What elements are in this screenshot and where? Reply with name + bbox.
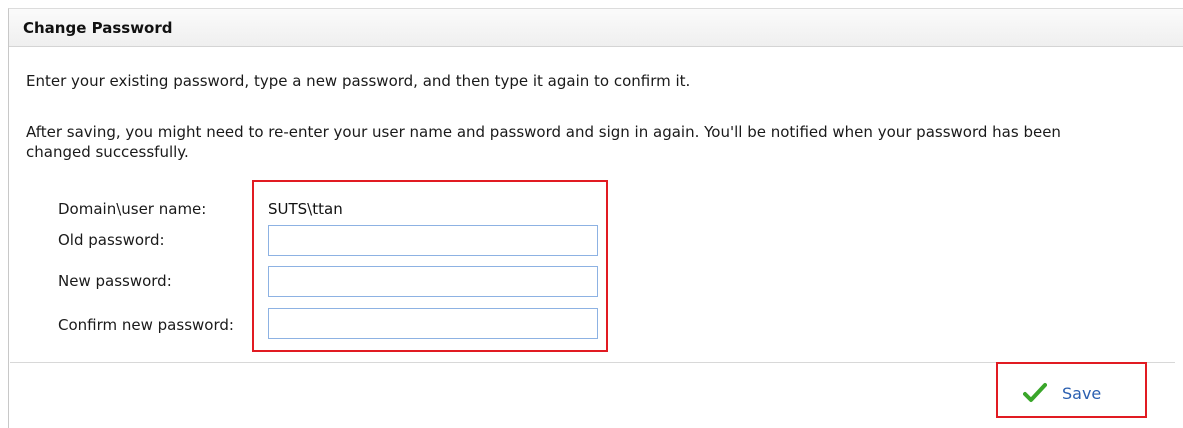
- sign-in-note: After saving, you might need to re-enter…: [26, 123, 1061, 161]
- old-password-field[interactable]: [268, 225, 598, 256]
- intro-text: Enter your existing password, type a new…: [26, 72, 691, 90]
- old-password-label: Old password:: [58, 231, 165, 249]
- new-password-field[interactable]: [268, 266, 598, 297]
- save-label: Save: [1062, 384, 1102, 403]
- panel-header: Change Password: [9, 9, 1183, 47]
- domain-user-label: Domain\user name:: [58, 200, 207, 218]
- form-divider: [10, 362, 1175, 363]
- confirm-password-label: Confirm new password:: [58, 316, 234, 334]
- confirm-password-field[interactable]: [268, 308, 598, 339]
- panel-title: Change Password: [23, 19, 173, 37]
- save-button[interactable]: Save: [1015, 374, 1125, 412]
- change-password-panel: Change Password: [8, 8, 1183, 428]
- check-icon: [1023, 382, 1047, 404]
- domain-user-value: SUTS\ttan: [268, 200, 343, 218]
- new-password-label: New password:: [58, 272, 172, 290]
